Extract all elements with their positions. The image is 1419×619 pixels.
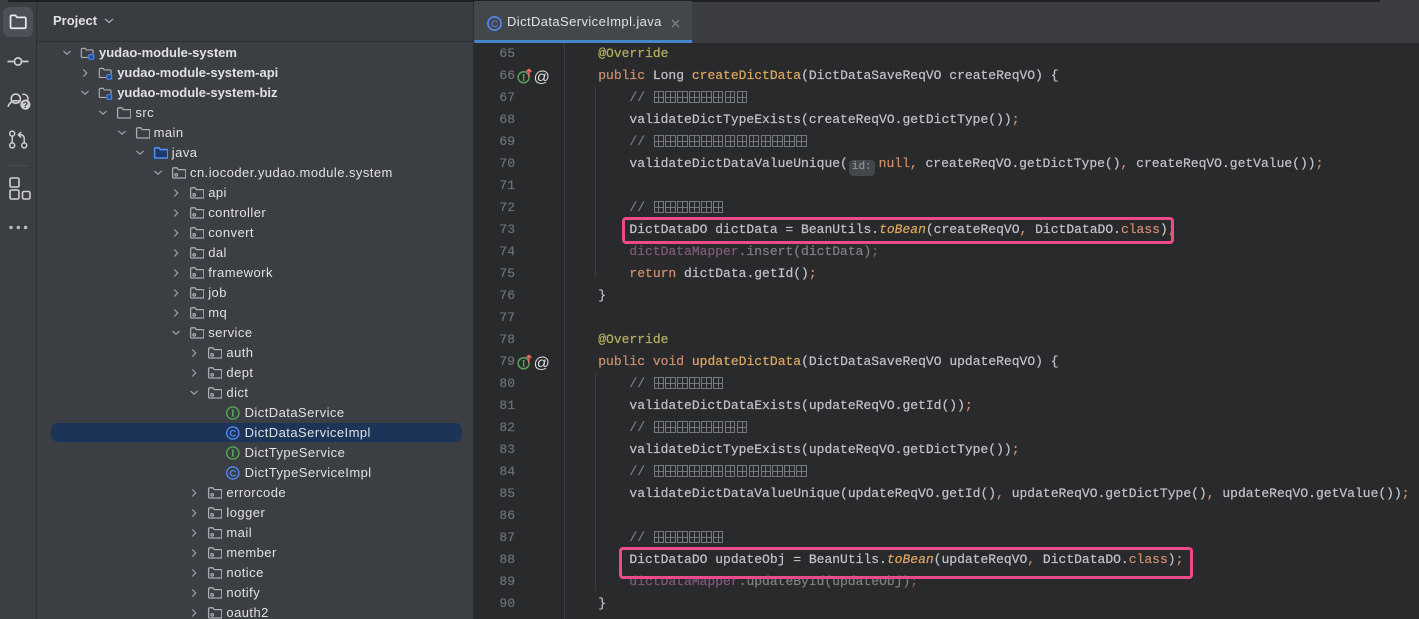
svg-text:I: I [522, 72, 526, 82]
svg-text:@: @ [534, 69, 550, 85]
svg-text:I: I [230, 449, 234, 460]
svg-text:C: C [229, 428, 236, 439]
svg-text:I: I [522, 358, 526, 368]
svg-text:@: @ [534, 355, 550, 371]
svg-text:I: I [230, 409, 234, 420]
svg-text:C: C [229, 468, 236, 479]
svg-text:?: ? [23, 100, 29, 110]
svg-text:C: C [491, 19, 498, 30]
